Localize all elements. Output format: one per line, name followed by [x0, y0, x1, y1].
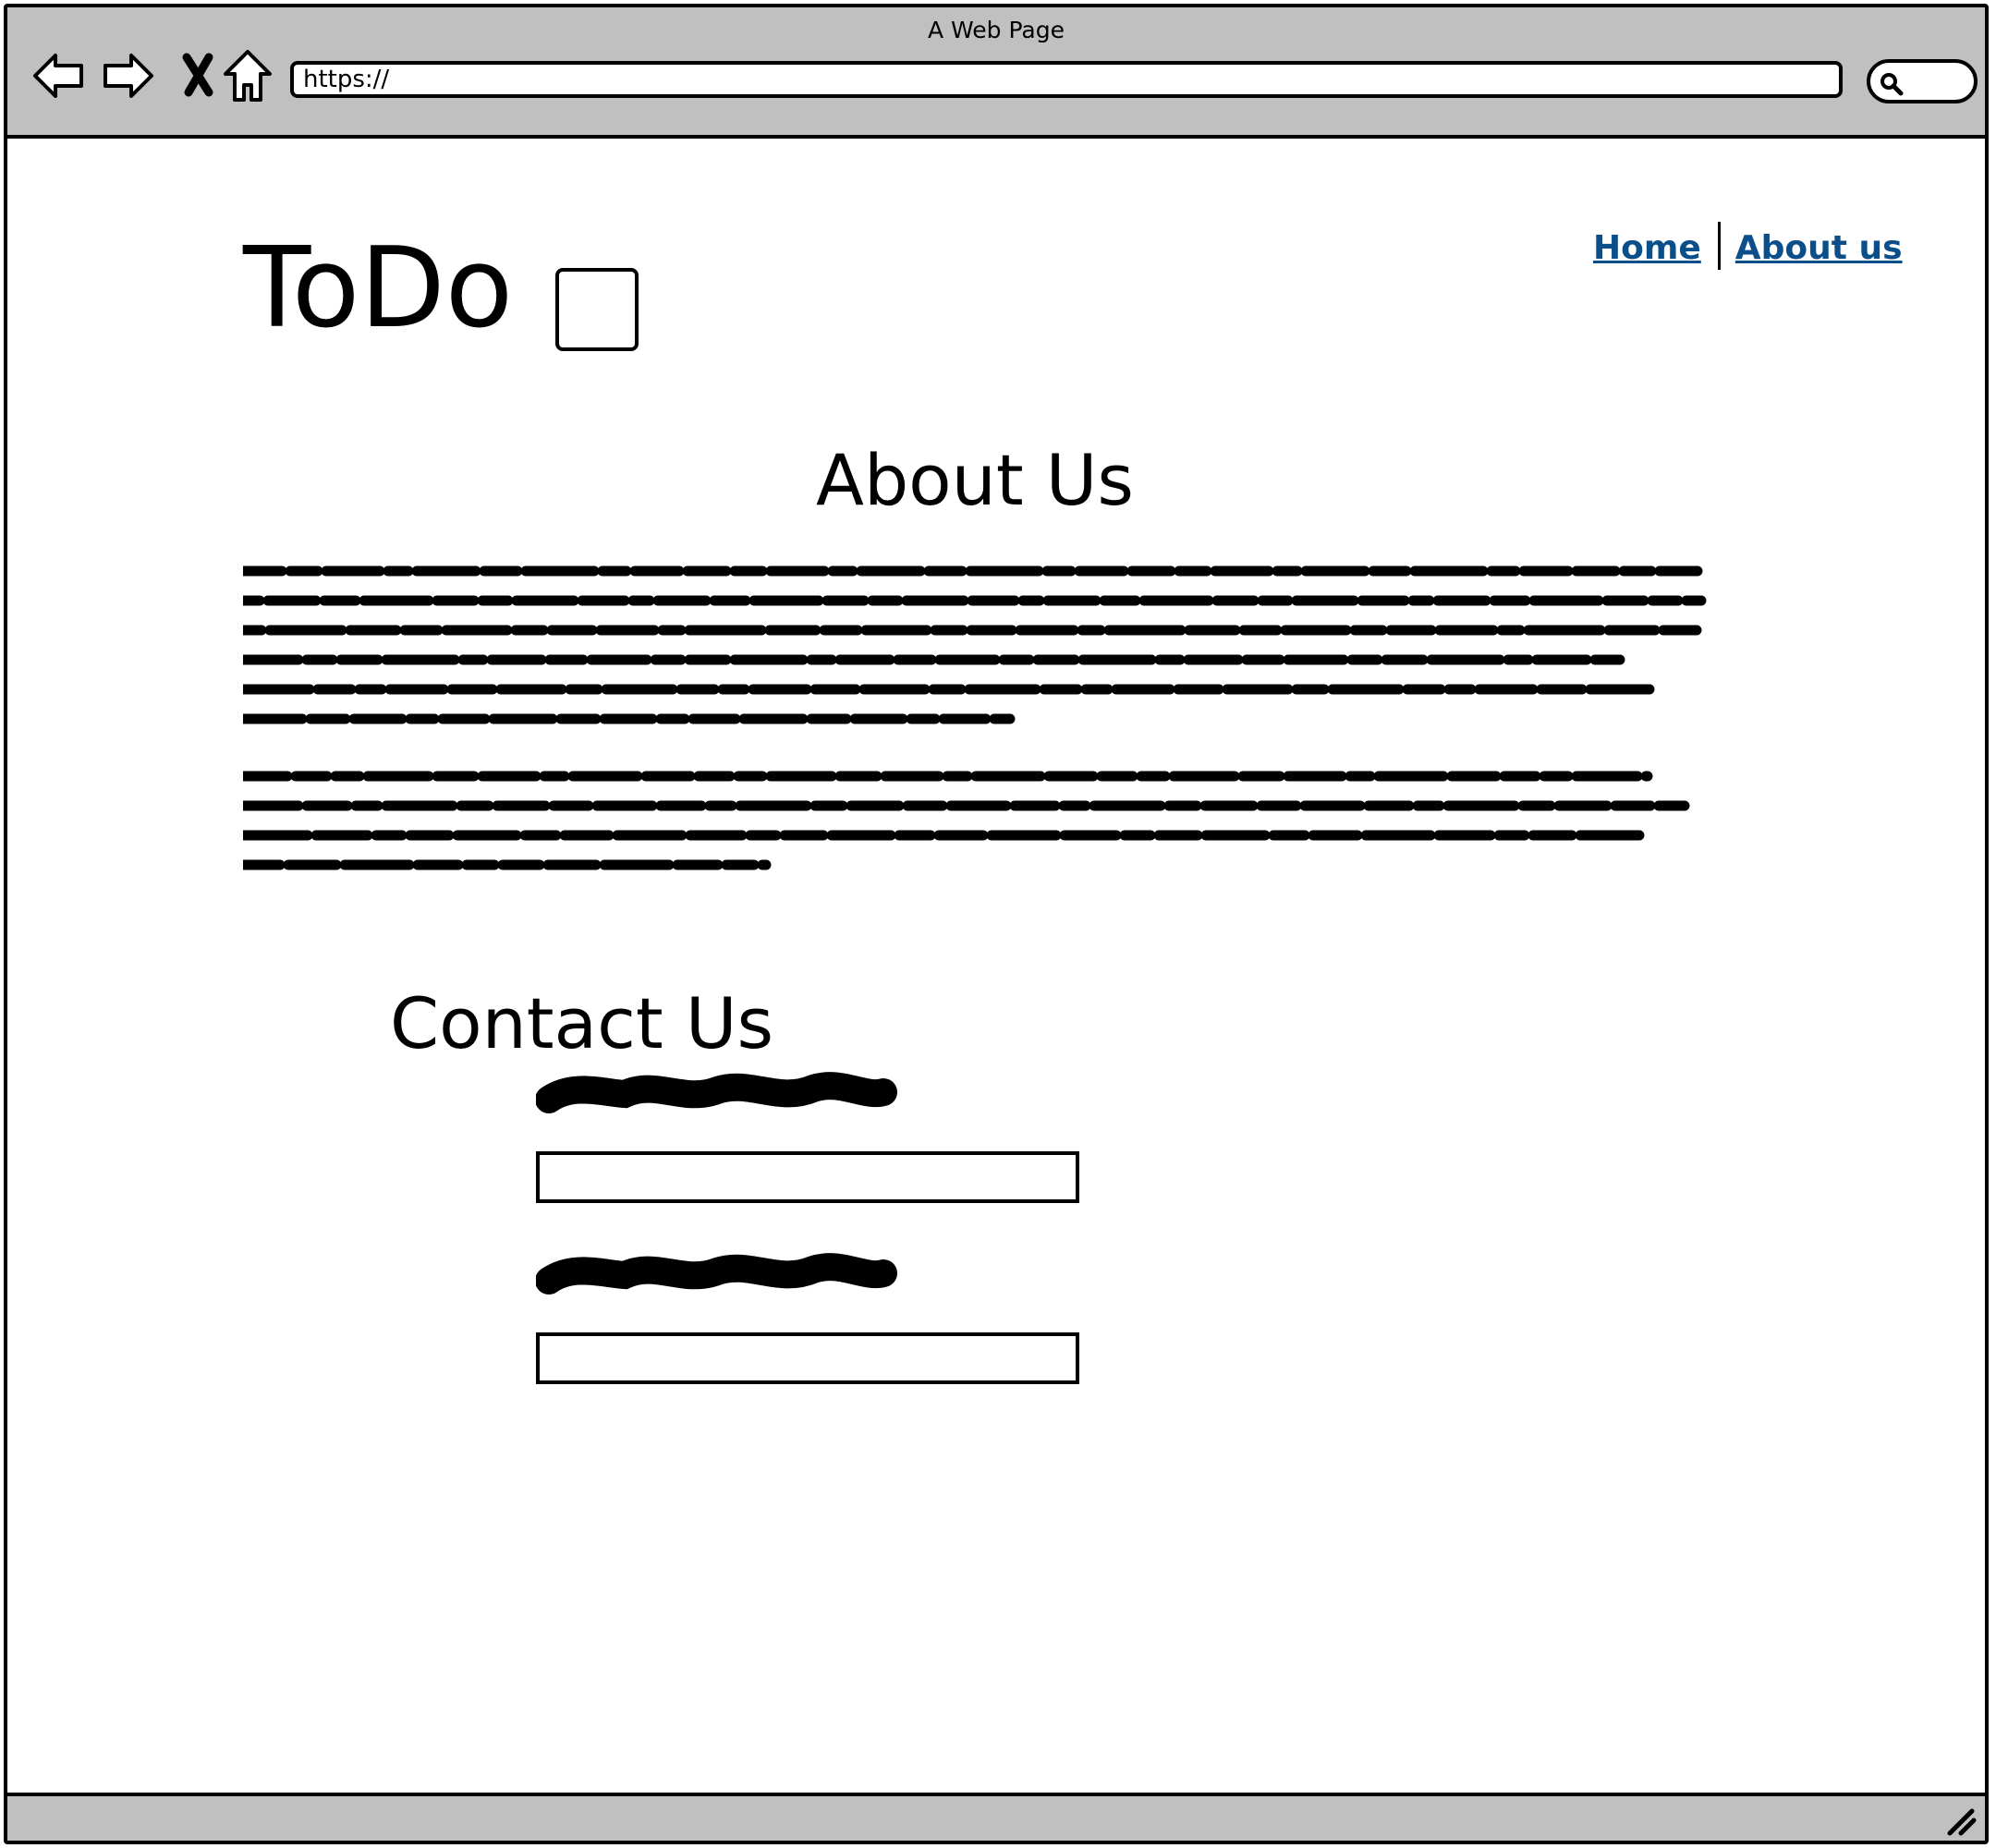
back-button[interactable] — [31, 48, 87, 103]
nav-link-home[interactable]: Home — [1593, 229, 1701, 267]
nav-link-about[interactable]: About us — [1735, 229, 1903, 267]
about-paragraph-1 — [243, 560, 1712, 726]
resize-grip-icon[interactable] — [1944, 1804, 1978, 1837]
about-paragraph-2 — [243, 765, 1712, 876]
address-bar[interactable]: https:// — [290, 61, 1843, 98]
forward-button[interactable] — [100, 48, 155, 103]
contact-field-1[interactable] — [536, 1151, 1079, 1203]
arrow-left-icon — [33, 54, 83, 98]
browser-chrome: A Web Page https:// — [7, 7, 1985, 139]
status-bar — [7, 1793, 1985, 1841]
field-label-1 — [535, 1066, 906, 1127]
search-box[interactable] — [1867, 59, 1978, 103]
home-button[interactable] — [220, 48, 275, 103]
about-title: About Us — [815, 439, 1135, 521]
logo-placeholder — [555, 268, 639, 351]
scribble-label — [535, 1072, 897, 1113]
search-icon — [1880, 73, 1904, 96]
browser-window: A Web Page https:// ToDo Home About us A… — [4, 4, 1989, 1844]
field-label-2 — [535, 1247, 906, 1308]
home-icon — [224, 50, 272, 102]
scribble-label — [535, 1253, 897, 1295]
contact-field-2[interactable] — [536, 1332, 1079, 1384]
nav-divider — [1717, 222, 1721, 270]
scribble-text-block — [243, 771, 1690, 870]
close-icon — [182, 53, 213, 97]
arrow-right-icon — [103, 54, 153, 98]
top-nav: Home About us — [1593, 222, 1903, 274]
contact-title: Contact Us — [390, 982, 774, 1064]
stop-button[interactable] — [172, 48, 227, 103]
window-title: A Web Page — [927, 17, 1065, 43]
scribble-text-block — [243, 565, 1707, 724]
logo-text: ToDo — [243, 225, 514, 353]
